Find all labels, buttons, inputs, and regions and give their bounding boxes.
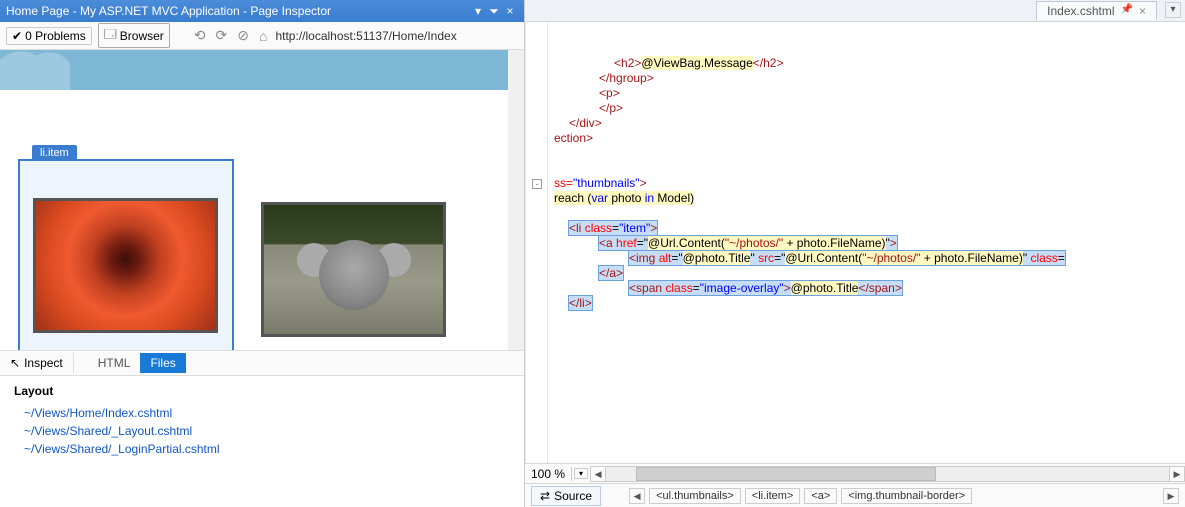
inspector-toolbar: ✔ 0 Problems 🗔 Browser ⟲ ⟳ ⊘ ⌂ http://lo…	[0, 22, 524, 50]
inspect-button[interactable]: ↖ Inspect	[0, 353, 74, 373]
tab-html[interactable]: HTML	[88, 353, 141, 373]
zoom-dropdown-icon[interactable]: ▾	[574, 468, 588, 479]
scroll-thumb[interactable]	[636, 467, 936, 481]
problems-button[interactable]: ✔ 0 Problems	[6, 27, 92, 45]
scroll-track[interactable]	[606, 466, 1169, 482]
tab-overflow-button[interactable]: ▾	[1165, 2, 1181, 18]
scroll-left-icon[interactable]: ◀	[590, 466, 606, 482]
back-icon[interactable]: ⟲	[192, 27, 208, 44]
close-icon[interactable]: ×	[1139, 4, 1146, 18]
source-label: Source	[554, 489, 592, 503]
home-icon[interactable]: ⌂	[257, 28, 269, 44]
arrows-icon: ⇄	[540, 489, 550, 503]
cursor-icon: ↖	[10, 356, 20, 370]
tab-filename: Index.cshtml	[1047, 4, 1114, 18]
page-inspector-panel: Home Page - My ASP.NET MVC Application -…	[0, 0, 525, 507]
code-editor-panel: Index.cshtml 📌 × ▾ - <h2>@ViewBag.Messag…	[525, 0, 1185, 507]
forward-icon[interactable]: ⟳	[214, 27, 230, 44]
zoom-row: 100 % ▾ ◀ ▶	[525, 463, 1185, 483]
browser-icon: 🗔	[104, 25, 117, 46]
inspector-tabs: ↖ Inspect HTML Files	[0, 350, 524, 376]
breadcrumb-back-icon[interactable]: ◀	[629, 488, 645, 504]
browser-label: Browser	[120, 29, 164, 43]
page-banner	[0, 50, 524, 90]
browser-button[interactable]: 🗔 Browser	[98, 23, 170, 48]
pin-icon[interactable]: 📌	[1121, 4, 1133, 18]
breadcrumb-item[interactable]: <li.item>	[745, 488, 801, 504]
breadcrumb-item[interactable]: <a>	[804, 488, 837, 504]
scroll-right-icon[interactable]: ▶	[1169, 466, 1185, 482]
layout-file-link[interactable]: ~/Views/Shared/_LoginPartial.cshtml	[14, 440, 510, 458]
editor-tab-row: Index.cshtml 📌 × ▾	[525, 0, 1185, 22]
breadcrumb-row: ⇄ Source ◀ <ul.thumbnails> <li.item> <a>…	[525, 483, 1185, 507]
window-dropdown-icon[interactable]: ▾	[470, 4, 486, 18]
inspect-label: Inspect	[24, 356, 63, 370]
zoom-value[interactable]: 100 %	[525, 467, 572, 481]
url-field[interactable]: http://localhost:51137/Home/Index	[275, 29, 518, 43]
pin-icon[interactable]: ⏷	[486, 4, 502, 19]
code-editor[interactable]: - <h2>@ViewBag.Message</h2> </hgroup> <p…	[525, 22, 1185, 463]
thumbnail-image[interactable]	[33, 198, 218, 333]
layout-file-link[interactable]: ~/Views/Shared/_Layout.cshtml	[14, 422, 510, 440]
horizontal-scrollbar[interactable]: ◀ ▶	[590, 466, 1185, 482]
tab-files[interactable]: Files	[140, 353, 185, 373]
thumbnail-image[interactable]	[261, 202, 446, 337]
problems-label: 0 Problems	[25, 29, 86, 43]
source-button[interactable]: ⇄ Source	[531, 486, 601, 506]
layout-heading: Layout	[14, 384, 510, 398]
vertical-scrollbar[interactable]	[508, 50, 524, 350]
breadcrumb-item[interactable]: <img.thumbnail-border>	[841, 488, 972, 504]
editor-tab[interactable]: Index.cshtml 📌 ×	[1036, 1, 1157, 20]
breadcrumb-forward-icon[interactable]: ▶	[1163, 488, 1179, 504]
browser-viewport[interactable]: li.item	[0, 50, 524, 350]
layout-pane: Layout ~/Views/Home/Index.cshtml ~/Views…	[0, 376, 524, 507]
title-bar[interactable]: Home Page - My ASP.NET MVC Application -…	[0, 0, 524, 22]
breadcrumb-item[interactable]: <ul.thumbnails>	[649, 488, 741, 504]
check-icon: ✔	[12, 29, 22, 43]
code-gutter: -	[526, 22, 548, 463]
collapse-icon[interactable]: -	[532, 179, 542, 189]
layout-file-link[interactable]: ~/Views/Home/Index.cshtml	[14, 404, 510, 422]
stop-icon[interactable]: ⊘	[235, 27, 251, 44]
close-icon[interactable]: ×	[502, 4, 518, 18]
window-title: Home Page - My ASP.NET MVC Application -…	[6, 4, 470, 18]
